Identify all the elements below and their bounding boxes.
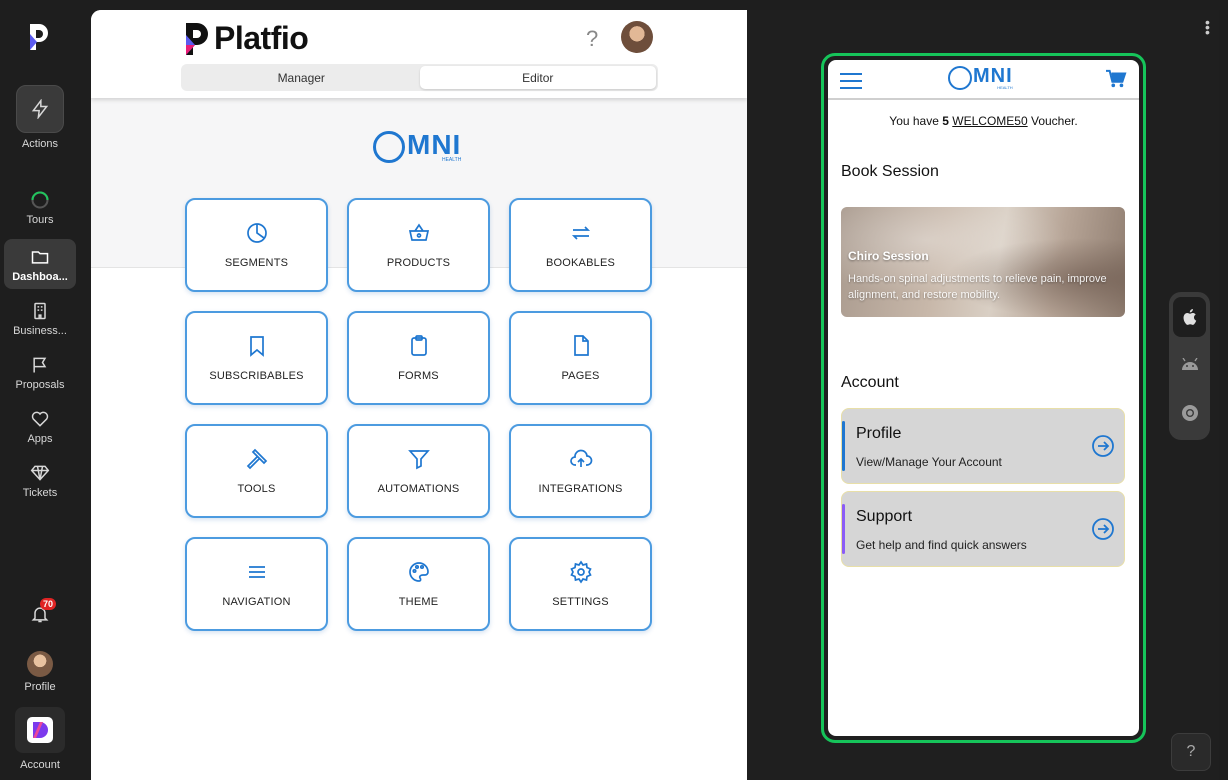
profile-accent-bar [842,421,845,471]
android-icon [1181,358,1198,370]
account-logo-icon [33,722,48,738]
rail-item-business[interactable]: Business... [0,301,80,337]
tile-settings[interactable]: SETTINGS [509,537,652,631]
help-button[interactable]: ? [1171,733,1211,771]
rail-item-apps[interactable]: Apps [0,409,80,445]
left-rail: Actions Tours Dashboa... Business... Pro… [0,0,80,780]
rail-item-tickets[interactable]: Tickets [0,463,80,499]
notifications-button[interactable] [0,604,80,628]
rail-item-account[interactable]: Account [0,707,80,771]
repeat-icon [571,226,590,240]
book-session-heading: Book Session [841,163,939,180]
hamburger-menu-icon[interactable] [840,73,862,94]
arrow-right-circle-icon[interactable] [1091,434,1115,458]
tile-navigation[interactable]: NAVIGATION [185,537,328,631]
platform-ios-button[interactable] [1173,297,1206,337]
tile-forms[interactable]: FORMS [347,311,490,405]
menu-icon [248,566,265,578]
brand[interactable]: Platfio [184,20,309,57]
editor-panel: Platfio ? Manager Editor MNI HEALTH SEGM… [91,10,747,780]
platform-web-button[interactable] [1173,393,1206,433]
building-icon [34,302,46,320]
cart-icon[interactable] [1105,69,1127,89]
avatar [27,651,53,677]
notifications-badge: 70 [40,598,57,610]
tile-tools[interactable]: TOOLS [185,424,328,518]
tile-segments[interactable]: SEGMENTS [185,198,328,292]
apple-icon [1183,309,1196,325]
rail-item-tours[interactable]: Tours [0,190,80,226]
platform-switcher [1169,292,1210,440]
support-accent-bar [842,504,845,554]
help-icon[interactable]: ? [586,26,598,52]
brand-name: Platfio [214,20,309,56]
rail-item-dashboard[interactable]: Dashboa... [0,247,80,283]
cloud-upload-icon [569,449,592,467]
tile-products[interactable]: PRODUCTS [347,198,490,292]
heart-icon [31,411,49,427]
dashboard-canvas: MNI HEALTH SEGMENTS PRODUCTS BOOKABLES S… [91,98,747,780]
hero-title: Chiro Session [848,249,929,263]
progress-ring-icon [31,191,49,209]
phone-preview-frame: MNI HEALTH You have 5 WELCOME50 Voucher.… [821,53,1146,743]
account-logo-box [15,707,65,753]
voucher-text: You have 5 WELCOME50 Voucher. [889,114,1078,128]
chrome-icon [1181,405,1198,421]
clipboard-icon [410,335,427,356]
pie-chart-icon [246,223,267,243]
file-icon [573,335,589,356]
support-card[interactable]: Support Get help and find quick answers [841,491,1125,567]
omni-logo[interactable]: MNI HEALTH [948,65,1013,90]
hero-description: Hands-on spinal adjustments to relieve p… [848,273,1107,301]
tile-pages[interactable]: PAGES [509,311,652,405]
tile-integrations[interactable]: INTEGRATIONS [509,424,652,518]
tab-editor[interactable]: Editor [419,66,656,89]
rail-item-proposals[interactable]: Proposals [0,355,80,391]
rail-item-actions-label[interactable]: Actions [0,138,80,150]
tile-bookables[interactable]: BOOKABLES [509,198,652,292]
tile-theme[interactable]: THEME [347,537,490,631]
platfio-logo-icon[interactable] [28,24,50,50]
platfio-logo-icon [186,22,208,55]
diamond-icon [30,465,50,481]
hammer-icon [246,448,267,470]
omni-logo: MNI HEALTH [373,131,461,163]
rail-item-profile[interactable]: Profile [0,651,80,693]
phone-screen: MNI HEALTH You have 5 WELCOME50 Voucher.… [828,60,1139,736]
bolt-icon [31,99,49,119]
gear-icon [569,560,592,584]
palette-icon [408,562,429,582]
tile-automations[interactable]: AUTOMATIONS [347,424,490,518]
arrow-right-circle-icon[interactable] [1091,517,1115,541]
avatar[interactable] [621,21,653,53]
chiro-session-card[interactable]: Chiro Session Hands-on spinal adjustment… [841,207,1125,317]
account-heading: Account [841,374,899,391]
filter-icon [407,450,430,470]
more-options-icon[interactable]: • • • [1205,15,1210,39]
folder-icon [31,251,49,264]
omni-o-icon [948,65,972,90]
omni-o-icon [373,131,405,163]
flag-icon [33,357,47,373]
basket-icon [408,223,429,241]
bookmark-icon [249,336,264,357]
voucher-code[interactable]: WELCOME50 [952,114,1027,128]
platform-android-button[interactable] [1173,345,1206,385]
tab-manager[interactable]: Manager [183,66,420,89]
actions-button[interactable] [16,85,64,133]
top-bar: Platfio ? Manager Editor [91,10,747,98]
tile-subscribables[interactable]: SUBSCRIBABLES [185,311,328,405]
mode-switch: Manager Editor [181,64,658,91]
profile-card[interactable]: Profile View/Manage Your Account [841,408,1125,484]
phone-header: MNI HEALTH [828,60,1139,100]
